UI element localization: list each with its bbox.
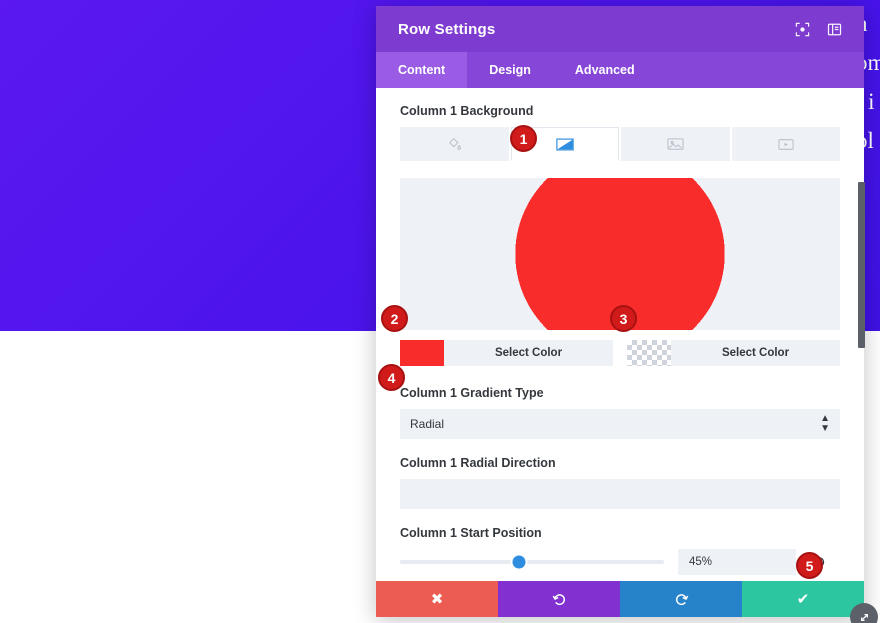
tab-content[interactable]: Content [376,52,468,88]
image-icon [667,137,684,151]
start-color-swatch[interactable] [400,340,444,366]
gradient-start-color: Select Color [400,340,613,366]
annotation-badge-3: 3 [610,305,637,332]
redo-icon [674,592,689,607]
video-icon [778,138,794,151]
modal-footer: ✖ ✔ [376,581,864,617]
background-type-tabs [400,127,840,161]
gradient-type-field: Column 1 Gradient Type Radial ▲ ▼ [400,386,840,439]
gradient-type-value: Radial [410,417,445,431]
radial-direction-field: Column 1 Radial Direction [400,456,840,509]
resize-handle[interactable] [850,603,878,623]
end-color-swatch[interactable] [627,340,671,366]
start-position-slider-row: 45% [400,549,840,575]
annotation-badge-5: 5 [796,552,823,579]
x-icon: ✖ [430,591,444,608]
start-position-slider[interactable] [400,555,664,569]
gradient-type-select[interactable]: Radial ▲ ▼ [400,409,840,439]
end-select-color-button[interactable]: Select Color [671,340,840,366]
slider-fill [400,560,519,564]
gradient-end-color: Select Color [627,340,840,366]
slider-thumb[interactable] [512,555,526,569]
background-video-tab[interactable] [731,127,840,161]
save-button[interactable]: ✔ [742,581,864,617]
radial-direction-select[interactable] [400,479,840,509]
start-position-label: Column 1 Start Position [400,526,542,540]
background-label: Column 1 Background [400,104,534,118]
annotation-badge-1: 1 [510,125,537,152]
annotation-badge-2: 2 [381,305,408,332]
background-field: Column 1 Background 1 [400,104,840,161]
start-position-field: Column 1 Start Position 45% 5 [400,526,840,579]
background-image-tab[interactable] [621,127,730,161]
tab-advanced[interactable]: Advanced [553,52,657,88]
gradient-type-label: Column 1 Gradient Type [400,386,544,400]
undo-icon [552,592,567,607]
annotation-badge-4: 4 [378,364,405,391]
screen: + n om t i ol Row Settings [0,0,880,623]
radial-direction-label: Column 1 Radial Direction [400,456,556,470]
start-position-input[interactable]: 45% [678,549,796,575]
paint-bucket-icon [447,137,462,152]
cancel-button[interactable]: ✖ [376,581,498,617]
modal-body: Column 1 Background 1 Select Color Selec… [376,88,864,581]
chevron-updown-icon: ▲ ▼ [820,413,830,434]
layout-panel-icon[interactable] [820,15,848,43]
page-title: Row Settings [398,20,496,38]
gradient-icon [556,137,574,152]
tab-design[interactable]: Design [467,52,553,88]
start-select-color-button[interactable]: Select Color [444,340,613,366]
start-position-value: 45% [689,556,713,568]
redo-button[interactable] [620,581,742,617]
focus-icon[interactable] [788,15,816,43]
modal-header: Row Settings [376,6,864,52]
modal-scrollbar[interactable] [858,182,865,348]
modal-tabs: Content Design Advanced [376,52,864,88]
check-icon: ✔ [796,591,810,608]
undo-button[interactable] [498,581,620,617]
background-color-tab[interactable] [400,127,509,161]
gradient-colors-row: Select Color Select Color [400,340,840,366]
